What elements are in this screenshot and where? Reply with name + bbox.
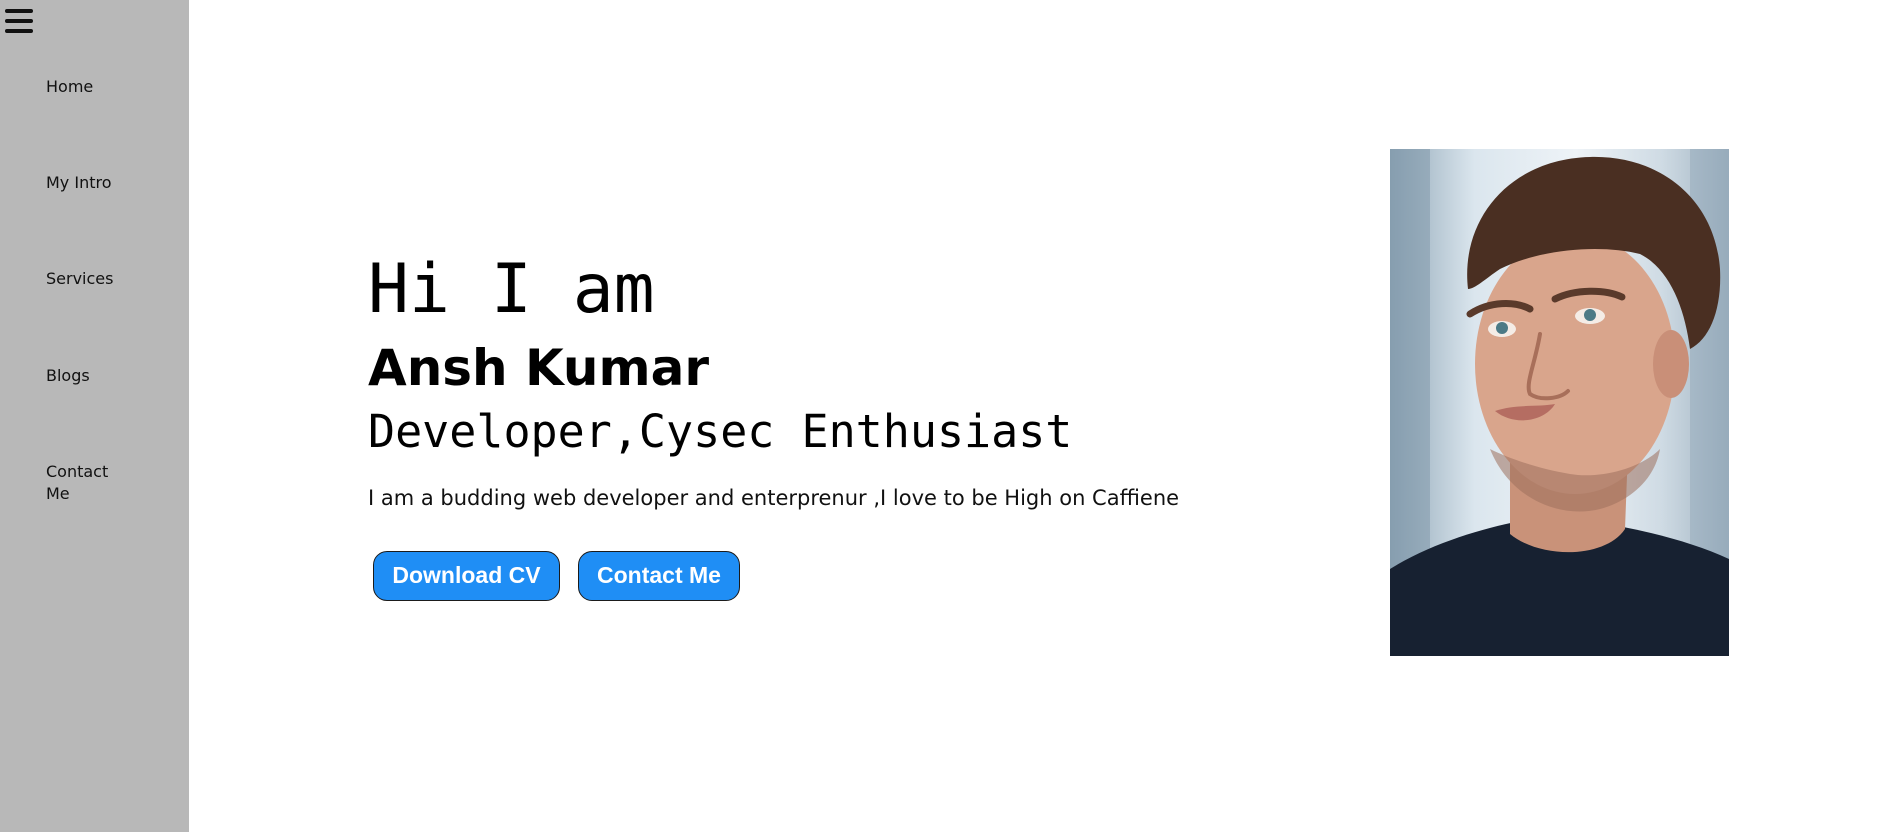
hamburger-menu-icon[interactable] bbox=[5, 9, 33, 33]
hero-bio: I am a budding web developer and enterpr… bbox=[368, 486, 1180, 510]
sidebar-item-blogs[interactable]: Blogs bbox=[46, 365, 146, 387]
profile-photo-illustration bbox=[1390, 149, 1729, 656]
sidebar-item-home[interactable]: Home bbox=[46, 76, 146, 98]
sidebar-item-contact-me[interactable]: Contact Me bbox=[46, 461, 126, 505]
hero-name: Ansh Kumar bbox=[368, 339, 710, 397]
profile-photo bbox=[1390, 149, 1729, 656]
contact-me-button[interactable]: Contact Me bbox=[578, 551, 740, 601]
hero-role: Developer,Cysec Enthusiast bbox=[368, 405, 1073, 458]
sidebar: Home My Intro Services Blogs Contact Me bbox=[0, 0, 189, 832]
sidebar-item-my-intro[interactable]: My Intro bbox=[46, 172, 146, 194]
hero-greeting: Hi I am bbox=[368, 250, 655, 329]
sidebar-item-services[interactable]: Services bbox=[46, 268, 146, 290]
download-cv-button[interactable]: Download CV bbox=[373, 551, 560, 601]
